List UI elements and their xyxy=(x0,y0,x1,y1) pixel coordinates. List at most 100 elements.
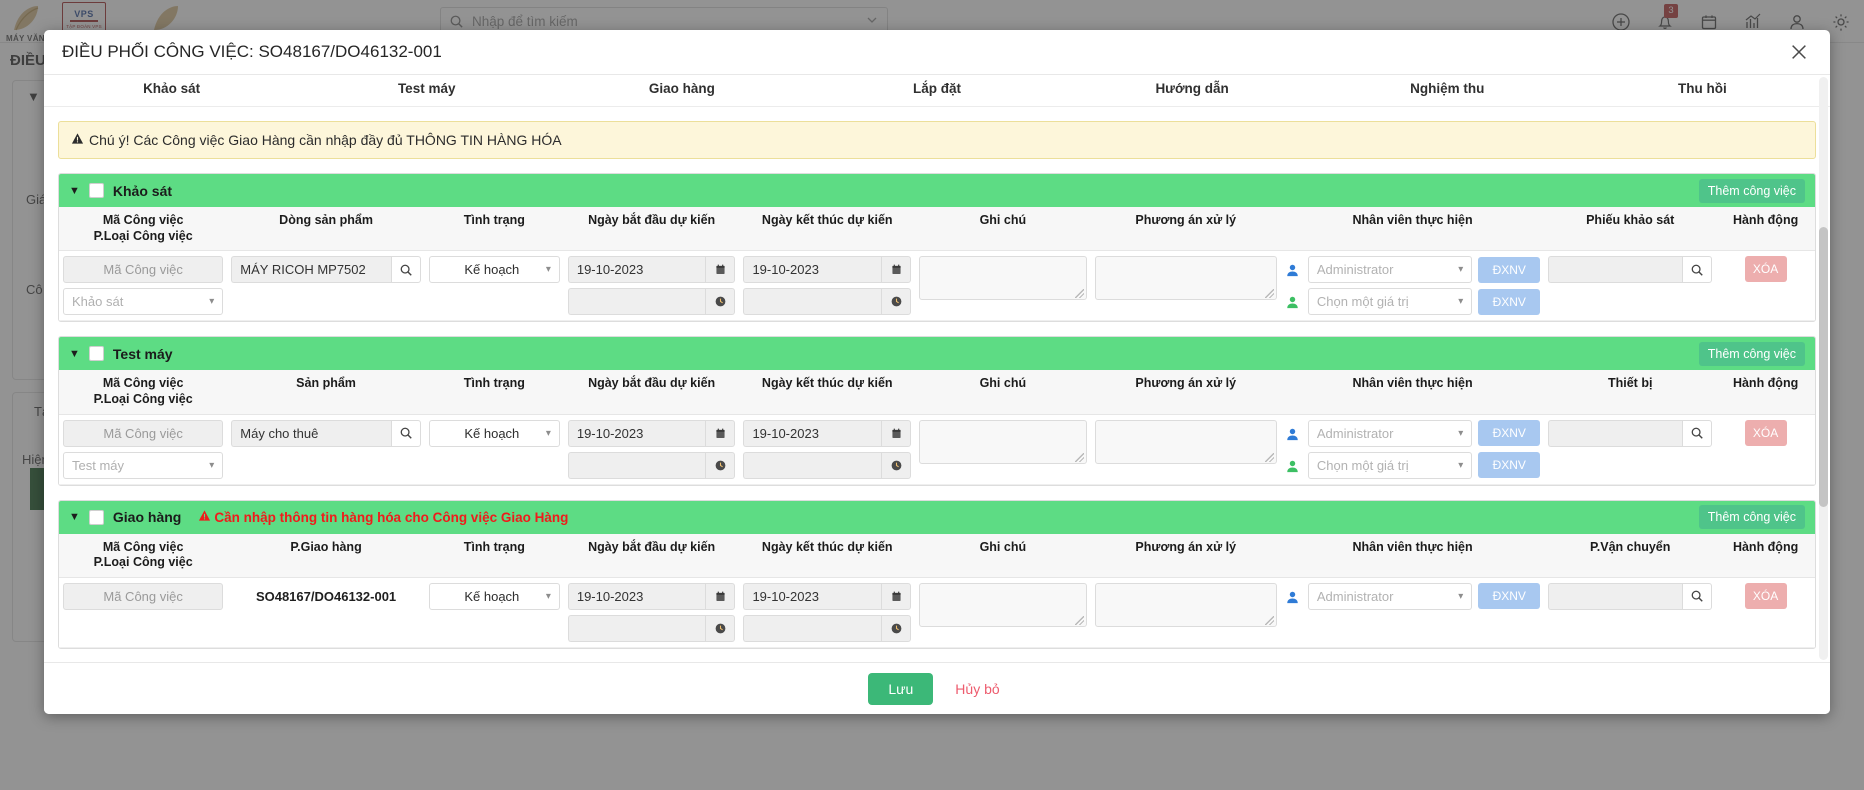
calendar-icon[interactable] xyxy=(881,582,912,610)
modal-scrollbar-thumb[interactable] xyxy=(1819,227,1828,507)
modal-scrollbar[interactable] xyxy=(1819,77,1828,660)
solution-textarea[interactable] xyxy=(1094,582,1277,627)
product-search-button[interactable] xyxy=(390,419,421,447)
product-input[interactable]: Máy cho thuê xyxy=(231,419,391,447)
assignee-select-2[interactable]: Chọn một giá trị ▾ xyxy=(1307,451,1473,479)
extra-search-group[interactable] xyxy=(1548,582,1713,610)
collapse-caret-icon[interactable]: ▼ xyxy=(69,511,80,523)
workflow-step-1[interactable]: Khảo sát xyxy=(44,75,299,96)
delete-button[interactable]: XÓA xyxy=(1744,256,1787,283)
end-time-field[interactable] xyxy=(743,614,912,642)
end-date-field[interactable]: 19-10-2023 xyxy=(743,582,912,610)
end-time-field[interactable] xyxy=(743,451,912,479)
start-date-field[interactable]: 19-10-2023 xyxy=(567,419,736,447)
status-select[interactable]: Kế hoạch ▾ xyxy=(428,256,560,284)
collapse-caret-icon[interactable]: ▼ xyxy=(69,348,80,360)
solution-textarea[interactable] xyxy=(1094,419,1277,464)
extra-input[interactable] xyxy=(1548,419,1683,447)
product-search-button[interactable] xyxy=(390,256,421,284)
status-select[interactable]: Kế hoạch ▾ xyxy=(428,582,560,610)
close-icon[interactable] xyxy=(1786,39,1812,65)
section-checkbox[interactable] xyxy=(88,346,104,362)
calendar-icon[interactable] xyxy=(705,582,736,610)
start-date-input[interactable]: 19-10-2023 xyxy=(567,582,706,610)
add-task-button[interactable]: Thêm công việc xyxy=(1698,341,1805,366)
end-date-field[interactable]: 19-10-2023 xyxy=(743,256,912,284)
workflow-step-3[interactable]: Giao hàng xyxy=(554,75,809,96)
clock-icon[interactable] xyxy=(881,288,912,316)
end-date-field[interactable]: 19-10-2023 xyxy=(743,419,912,447)
extra-search-button[interactable] xyxy=(1682,419,1713,447)
clock-icon[interactable] xyxy=(705,451,736,479)
section-checkbox[interactable] xyxy=(88,509,104,525)
assignee-select-2[interactable]: Chọn một giá trị ▾ xyxy=(1307,288,1473,316)
task-code-input[interactable]: Mã Công việc xyxy=(63,419,224,447)
start-date-field[interactable]: 19-10-2023 xyxy=(567,582,736,610)
assignee-select-1[interactable]: Administrator ▾ xyxy=(1307,419,1473,447)
save-button[interactable]: Lưu xyxy=(868,672,934,705)
start-time-field[interactable] xyxy=(567,614,736,642)
product-input[interactable]: MÁY RICOH MP7502 xyxy=(231,256,391,284)
assignee-select-1[interactable]: Administrator ▾ xyxy=(1307,582,1473,610)
add-task-button[interactable]: Thêm công việc xyxy=(1698,178,1805,203)
workflow-step-4[interactable]: Lắp đặt xyxy=(809,75,1064,96)
calendar-icon[interactable] xyxy=(881,419,912,447)
clock-icon[interactable] xyxy=(881,614,912,642)
end-time-input[interactable] xyxy=(743,288,882,316)
dxnv-button-1[interactable]: ĐXNV xyxy=(1478,583,1541,610)
workflow-step-6[interactable]: Nghiệm thu xyxy=(1320,75,1575,96)
start-time-field[interactable] xyxy=(567,288,736,316)
dxnv-button-2[interactable]: ĐXNV xyxy=(1478,452,1541,478)
start-time-input[interactable] xyxy=(567,451,706,479)
product-search-group[interactable]: MÁY RICOH MP7502 xyxy=(231,256,421,284)
status-select[interactable]: Kế hoạch ▾ xyxy=(428,419,560,447)
section-checkbox[interactable] xyxy=(88,183,104,198)
delete-button[interactable]: XÓA xyxy=(1744,582,1787,609)
start-date-input[interactable]: 19-10-2023 xyxy=(567,256,706,284)
clock-icon[interactable] xyxy=(705,288,736,316)
task-type-select[interactable]: Khảo sát ▾ xyxy=(63,288,224,316)
clock-icon[interactable] xyxy=(881,451,912,479)
task-type-select[interactable]: Test máy ▾ xyxy=(63,451,224,479)
end-date-input[interactable]: 19-10-2023 xyxy=(743,582,882,610)
workflow-step-2[interactable]: Test máy xyxy=(299,75,554,96)
delete-button[interactable]: XÓA xyxy=(1744,419,1787,446)
calendar-icon[interactable] xyxy=(881,256,912,284)
extra-input[interactable] xyxy=(1548,582,1683,610)
end-date-input[interactable]: 19-10-2023 xyxy=(743,419,882,447)
calendar-icon[interactable] xyxy=(705,419,736,447)
end-time-input[interactable] xyxy=(743,451,882,479)
table-body: Mã Công việc Test máy ▾ Máy cho thuê Kế hoạc… xyxy=(59,414,1815,485)
task-code-input[interactable]: Mã Công việc xyxy=(63,582,224,610)
start-time-field[interactable] xyxy=(567,451,736,479)
assignee-select-1[interactable]: Administrator ▾ xyxy=(1307,256,1473,284)
extra-search-button[interactable] xyxy=(1682,256,1713,284)
note-textarea[interactable] xyxy=(919,419,1087,464)
collapse-caret-icon[interactable]: ▼ xyxy=(69,185,80,197)
dxnv-button-1[interactable]: ĐXNV xyxy=(1478,420,1541,446)
task-code-input[interactable]: Mã Công việc xyxy=(63,256,224,284)
cancel-button[interactable]: Hủy bỏ xyxy=(949,680,1005,698)
extra-search-group[interactable] xyxy=(1548,419,1713,447)
end-time-input[interactable] xyxy=(743,614,882,642)
note-textarea[interactable] xyxy=(919,582,1087,627)
extra-input[interactable] xyxy=(1548,256,1683,284)
calendar-icon[interactable] xyxy=(705,256,736,284)
add-task-button[interactable]: Thêm công việc xyxy=(1698,505,1805,529)
dxnv-button-1[interactable]: ĐXNV xyxy=(1478,256,1541,283)
end-date-input[interactable]: 19-10-2023 xyxy=(743,256,882,284)
workflow-step-5[interactable]: Hướng dẫn xyxy=(1065,75,1320,96)
extra-search-button[interactable] xyxy=(1682,582,1713,610)
dxnv-button-2[interactable]: ĐXNV xyxy=(1478,288,1541,315)
note-textarea[interactable] xyxy=(919,256,1087,301)
extra-search-group[interactable] xyxy=(1548,256,1713,284)
start-date-input[interactable]: 19-10-2023 xyxy=(567,419,706,447)
start-time-input[interactable] xyxy=(567,288,706,316)
product-search-group[interactable]: Máy cho thuê xyxy=(231,419,421,447)
clock-icon[interactable] xyxy=(705,614,736,642)
end-time-field[interactable] xyxy=(743,288,912,316)
start-time-input[interactable] xyxy=(567,614,706,642)
start-date-field[interactable]: 19-10-2023 xyxy=(567,256,736,284)
solution-textarea[interactable] xyxy=(1094,256,1277,301)
workflow-step-7[interactable]: Thu hồi xyxy=(1575,75,1830,96)
